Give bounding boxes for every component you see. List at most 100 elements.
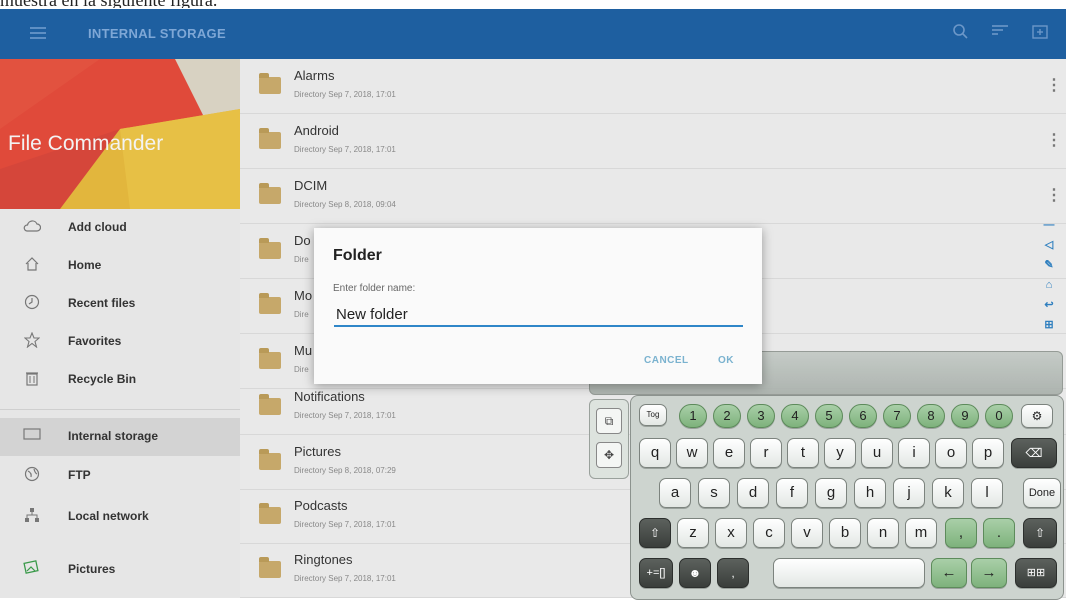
letter-key-j[interactable]: j: [893, 478, 925, 508]
sidebar-item-label: Local network: [68, 509, 149, 523]
number-key-5[interactable]: 5: [815, 404, 843, 428]
number-key-2[interactable]: 2: [713, 404, 741, 428]
sidebar-item-recycle-bin[interactable]: Recycle Bin: [0, 361, 240, 399]
letter-key-l[interactable]: l: [971, 478, 1003, 508]
keyboard-settings-key[interactable]: ⚙: [1021, 404, 1053, 428]
letter-key-t[interactable]: t: [787, 438, 819, 468]
number-key-6[interactable]: 6: [849, 404, 877, 428]
keyboard-side-panel: ⧉ ✥: [589, 399, 629, 479]
number-key-0[interactable]: 0: [985, 404, 1013, 428]
letter-key-s[interactable]: s: [698, 478, 730, 508]
file-row[interactable]: Android Directory Sep 7, 2018, 17:01 ⋮: [240, 114, 1066, 169]
backspace-key[interactable]: ⌫: [1011, 438, 1057, 468]
letter-key-m[interactable]: m: [905, 518, 937, 548]
more-options-icon[interactable]: ⋮: [1046, 185, 1062, 205]
file-row[interactable]: Alarms Directory Sep 7, 2018, 17:01 ⋮: [240, 59, 1066, 114]
minus-icon[interactable]: —: [1040, 215, 1058, 235]
keyboard-toggle-key[interactable]: Tog: [639, 404, 667, 426]
keyboard-switch-key[interactable]: ⊞⊞: [1015, 558, 1057, 588]
letter-key-c[interactable]: c: [753, 518, 785, 548]
letter-key-a[interactable]: a: [659, 478, 691, 508]
menu-icon[interactable]: [30, 27, 46, 29]
letter-key-x[interactable]: x: [715, 518, 747, 548]
letter-key-u[interactable]: u: [861, 438, 893, 468]
pen-icon[interactable]: ✎: [1040, 255, 1058, 275]
number-key-9[interactable]: 9: [951, 404, 979, 428]
letter-key-w[interactable]: w: [676, 438, 708, 468]
sort-icon[interactable]: [990, 23, 1010, 43]
clock-icon: [22, 294, 42, 314]
letter-key-v[interactable]: v: [791, 518, 823, 548]
done-key[interactable]: Done: [1023, 478, 1061, 508]
letter-key-o[interactable]: o: [935, 438, 967, 468]
letter-key-g[interactable]: g: [815, 478, 847, 508]
sidebar-item-recent-files[interactable]: Recent files: [0, 285, 240, 323]
sidebar-item-label: Pictures: [68, 562, 116, 576]
symbols-key[interactable]: +=[]: [639, 558, 673, 588]
navigation-drawer: File Commander Add cloud Home Recent fil…: [0, 59, 240, 598]
number-key-7[interactable]: 7: [883, 404, 911, 428]
letter-key-r[interactable]: r: [750, 438, 782, 468]
shift-right-key[interactable]: ⇧: [1023, 518, 1057, 548]
number-key-3[interactable]: 3: [747, 404, 775, 428]
more-options-icon[interactable]: ⋮: [1046, 75, 1062, 95]
letter-key-n[interactable]: n: [867, 518, 899, 548]
trash-icon: [22, 370, 42, 390]
folder-icon: [259, 128, 281, 149]
file-name: DCIM: [294, 178, 328, 193]
folder-icon: [259, 348, 281, 369]
star-icon: [22, 331, 42, 352]
letter-key-d[interactable]: d: [737, 478, 769, 508]
speaker-icon[interactable]: ◁: [1040, 235, 1058, 255]
letter-key-b[interactable]: b: [829, 518, 861, 548]
folder-name-input[interactable]: [334, 303, 743, 327]
keyboard-layout-icon[interactable]: ⧉: [596, 408, 622, 434]
search-icon[interactable]: [950, 23, 970, 43]
arrow-right-key[interactable]: →: [971, 558, 1007, 588]
letter-key-z[interactable]: z: [677, 518, 709, 548]
sidebar-item-internal-storage[interactable]: Internal storage: [0, 418, 240, 456]
sidebar-item-ftp[interactable]: FTP: [0, 457, 240, 495]
top-app-bar: INTERNAL STORAGE: [0, 9, 1066, 59]
arrow-left-key[interactable]: ←: [931, 558, 967, 588]
comma-dark-key[interactable]: ,: [717, 558, 749, 588]
number-key-1[interactable]: 1: [679, 404, 707, 428]
letter-key-f[interactable]: f: [776, 478, 808, 508]
new-folder-icon[interactable]: [1030, 23, 1050, 43]
on-screen-keyboard: Tog ⚙ ⌫ Done ⇧ ⇧ +=[] ☻ , ← → ⊞⊞ 1234567…: [630, 395, 1064, 600]
letter-key-q[interactable]: q: [639, 438, 671, 468]
windows-icon[interactable]: ⊞: [1040, 315, 1058, 335]
sidebar-item-add-cloud[interactable]: Add cloud: [0, 209, 240, 247]
sidebar-item-favorites[interactable]: Favorites: [0, 323, 240, 361]
ok-button[interactable]: OK: [718, 355, 734, 366]
sidebar-item-pictures[interactable]: Pictures: [0, 551, 240, 589]
home-icon[interactable]: ⌂: [1040, 275, 1058, 295]
period-key[interactable]: .: [983, 518, 1015, 548]
file-name: Notifications: [294, 389, 365, 404]
file-meta: Directory Sep 7, 2018, 17:01: [294, 90, 396, 99]
letter-key-e[interactable]: e: [713, 438, 745, 468]
globe-icon: [22, 466, 42, 486]
letter-key-y[interactable]: y: [824, 438, 856, 468]
back-icon[interactable]: ↩: [1040, 295, 1058, 315]
file-meta: Directory Sep 8, 2018, 09:04: [294, 200, 396, 209]
file-meta: Dire: [294, 365, 309, 374]
shift-left-key[interactable]: ⇧: [639, 518, 671, 548]
letter-key-i[interactable]: i: [898, 438, 930, 468]
cancel-button[interactable]: CANCEL: [644, 355, 689, 366]
number-key-8[interactable]: 8: [917, 404, 945, 428]
sidebar-item-home[interactable]: Home: [0, 247, 240, 285]
comma-key[interactable]: ,: [945, 518, 977, 548]
file-row[interactable]: DCIM Directory Sep 8, 2018, 09:04 ⋮: [240, 169, 1066, 224]
sidebar-item-local-network[interactable]: Local network: [0, 498, 240, 536]
letter-key-p[interactable]: p: [972, 438, 1004, 468]
space-key[interactable]: [773, 558, 925, 588]
letter-key-h[interactable]: h: [854, 478, 886, 508]
letter-key-k[interactable]: k: [932, 478, 964, 508]
keyboard-move-icon[interactable]: ✥: [596, 442, 622, 468]
new-folder-dialog: Folder Enter folder name: CANCEL OK: [314, 228, 762, 384]
file-meta: Directory Sep 7, 2018, 17:01: [294, 520, 396, 529]
number-key-4[interactable]: 4: [781, 404, 809, 428]
more-options-icon[interactable]: ⋮: [1046, 130, 1062, 150]
emoji-key[interactable]: ☻: [679, 558, 711, 588]
